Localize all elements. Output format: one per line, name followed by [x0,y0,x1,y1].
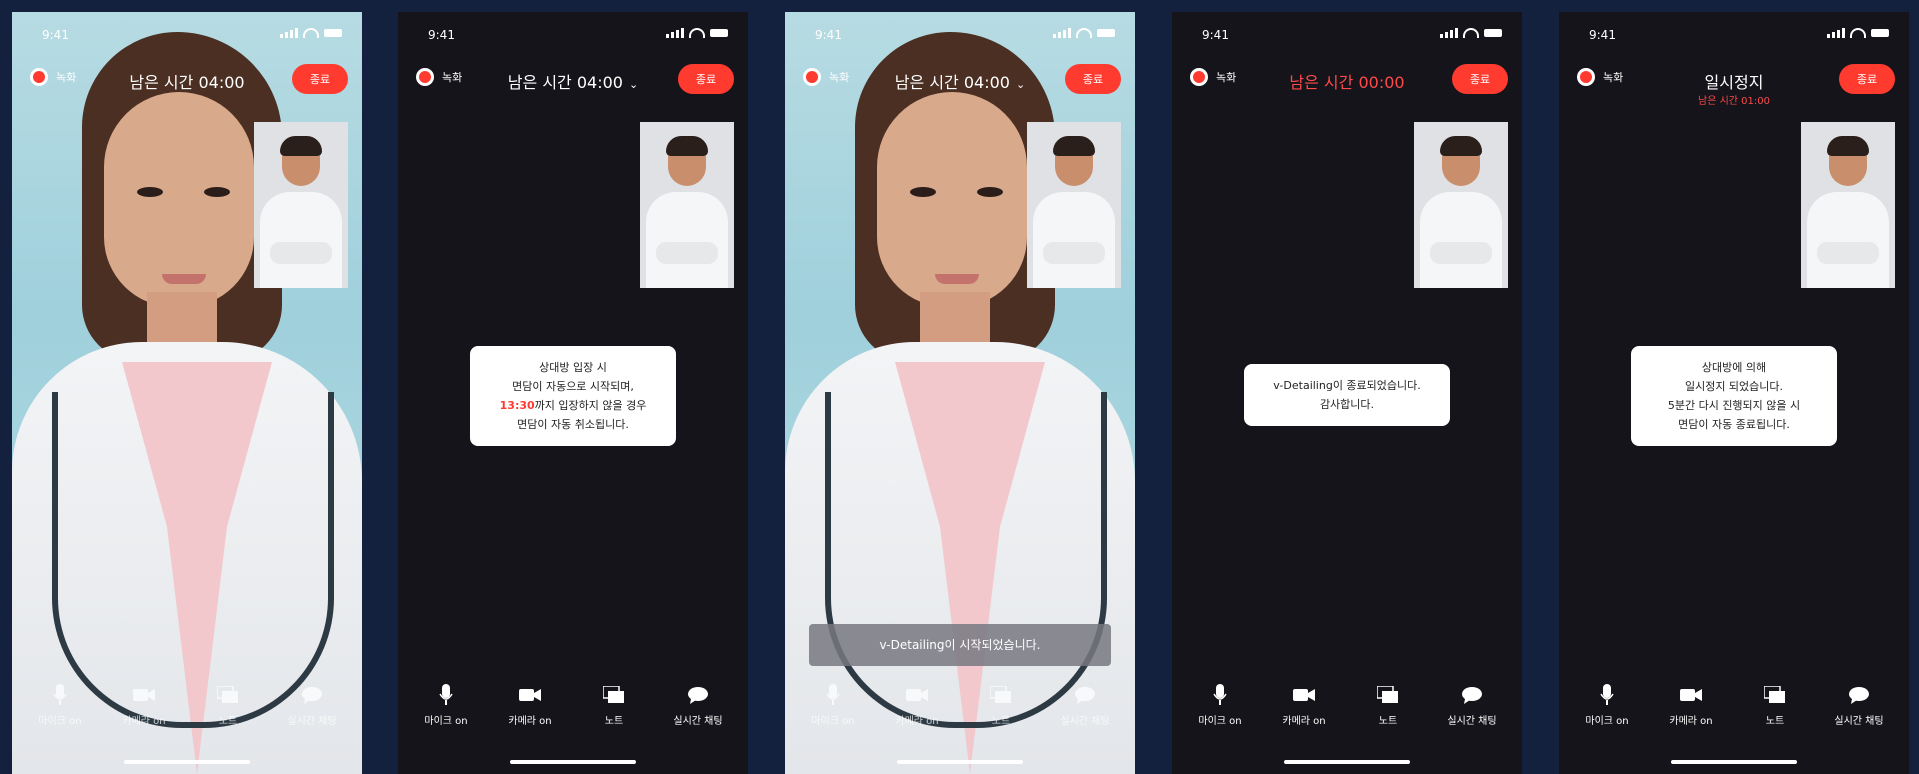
status-bar: 9:41 [785,26,1135,46]
note-button[interactable]: 노트 [188,684,268,727]
camera-button[interactable]: 카메라 on [1651,684,1731,727]
note-icon [1377,686,1398,703]
bottom-toolbar: 마이크 on 카메라 on 노트 실시간 채팅 [1172,684,1522,744]
self-video-pip[interactable] [1027,122,1121,288]
self-video-pip[interactable] [640,122,734,288]
camera-button[interactable]: 카메라 on [877,684,957,727]
chevron-down-icon: ⌄ [1015,78,1026,91]
note-button[interactable]: 노트 [961,684,1041,727]
status-bar: 9:41 [12,26,362,46]
note-icon [217,686,238,703]
camera-icon [906,689,928,701]
mic-button[interactable]: 마이크 on [406,684,486,727]
phone-screen-paused: 9:41 녹화 일시정지 남은 시간 01:00 종료 상대방에 의해 일시정지… [1559,12,1909,774]
camera-icon [1293,689,1315,701]
ended-notice-modal: v-Detailing이 종료되었습니다. 감사합니다. [1244,364,1450,426]
status-time: 9:41 [42,28,69,42]
camera-icon [519,689,541,701]
end-button[interactable]: 종료 [292,64,348,94]
end-button[interactable]: 종료 [1452,64,1508,94]
paused-notice-modal: 상대방에 의해 일시정지 되었습니다. 5분간 다시 진행되지 않을 시 면담이… [1631,346,1837,446]
phone-screen-video-call: 9:41 녹화 남은 시간 04:00 종료 마이크 on 카메라 on 노트 … [12,12,362,774]
note-button[interactable]: 노트 [1348,684,1428,727]
bottom-toolbar: 마이크 on 카메라 on 노트 실시간 채팅 [785,684,1135,744]
status-bar: 9:41 [1559,26,1909,46]
mic-icon [439,684,453,705]
self-video-pip[interactable] [1414,122,1508,288]
chat-button[interactable]: 실시간 채팅 [272,684,352,727]
phone-screen-started: 9:41 녹화 남은 시간 04:00 ⌄ 종료 v-Detailing이 시작되… [785,12,1135,774]
note-button[interactable]: 노트 [1735,684,1815,727]
home-indicator [1671,760,1797,764]
mic-button[interactable]: 마이크 on [793,684,873,727]
chat-button[interactable]: 실시간 채팅 [1432,684,1512,727]
mic-button[interactable]: 마이크 on [1180,684,1260,727]
end-button[interactable]: 종료 [1065,64,1121,94]
mic-icon [1600,684,1614,705]
home-indicator [510,760,636,764]
phone-screen-ended: 9:41 녹화 남은 시간 00:00 종료 v-Detailing이 종료되었… [1172,12,1522,774]
chat-button[interactable]: 실시간 채팅 [1819,684,1899,727]
bottom-toolbar: 마이크 on 카메라 on 노트 실시간 채팅 [12,684,362,744]
camera-button[interactable]: 카메라 on [1264,684,1344,727]
camera-icon [133,689,155,701]
note-icon [1764,686,1785,703]
status-bar: 9:41 [1172,26,1522,46]
chat-button[interactable]: 실시간 채팅 [1045,684,1125,727]
home-indicator [1284,760,1410,764]
chevron-down-icon: ⌄ [628,78,639,91]
mic-button[interactable]: 마이크 on [20,684,100,727]
self-video-pip[interactable] [254,122,348,288]
self-video-pip[interactable] [1801,122,1895,288]
mic-icon [53,684,67,705]
end-button[interactable]: 종료 [678,64,734,94]
home-indicator [897,760,1023,764]
mic-button[interactable]: 마이크 on [1567,684,1647,727]
started-toast: v-Detailing이 시작되었습니다. [809,624,1111,666]
chat-icon [1462,687,1482,704]
remaining-time: 남은 시간 01:00 [1698,96,1770,107]
camera-button[interactable]: 카메라 on [490,684,570,727]
note-icon [990,686,1011,703]
waiting-notice-modal: 상대방 입장 시 면담이 자동으로 시작되며, 13:30까지 입장하지 않을 … [470,346,676,446]
camera-icon [1680,689,1702,701]
status-bar: 9:41 [398,26,748,46]
chat-button[interactable]: 실시간 채팅 [658,684,738,727]
mic-icon [826,684,840,705]
bottom-toolbar: 마이크 on 카메라 on 노트 실시간 채팅 [398,684,748,744]
camera-button[interactable]: 카메라 on [104,684,184,727]
chat-icon [1075,687,1095,704]
chat-icon [302,687,322,704]
phone-screen-waiting: 9:41 녹화 남은 시간 04:00 ⌄ 종료 상대방 입장 시 면담이 자동으… [398,12,748,774]
chat-icon [1849,687,1869,704]
end-button[interactable]: 종료 [1839,64,1895,94]
note-button[interactable]: 노트 [574,684,654,727]
bottom-toolbar: 마이크 on 카메라 on 노트 실시간 채팅 [1559,684,1909,744]
mic-icon [1213,684,1227,705]
chat-icon [688,687,708,704]
home-indicator [124,760,250,764]
note-icon [603,686,624,703]
